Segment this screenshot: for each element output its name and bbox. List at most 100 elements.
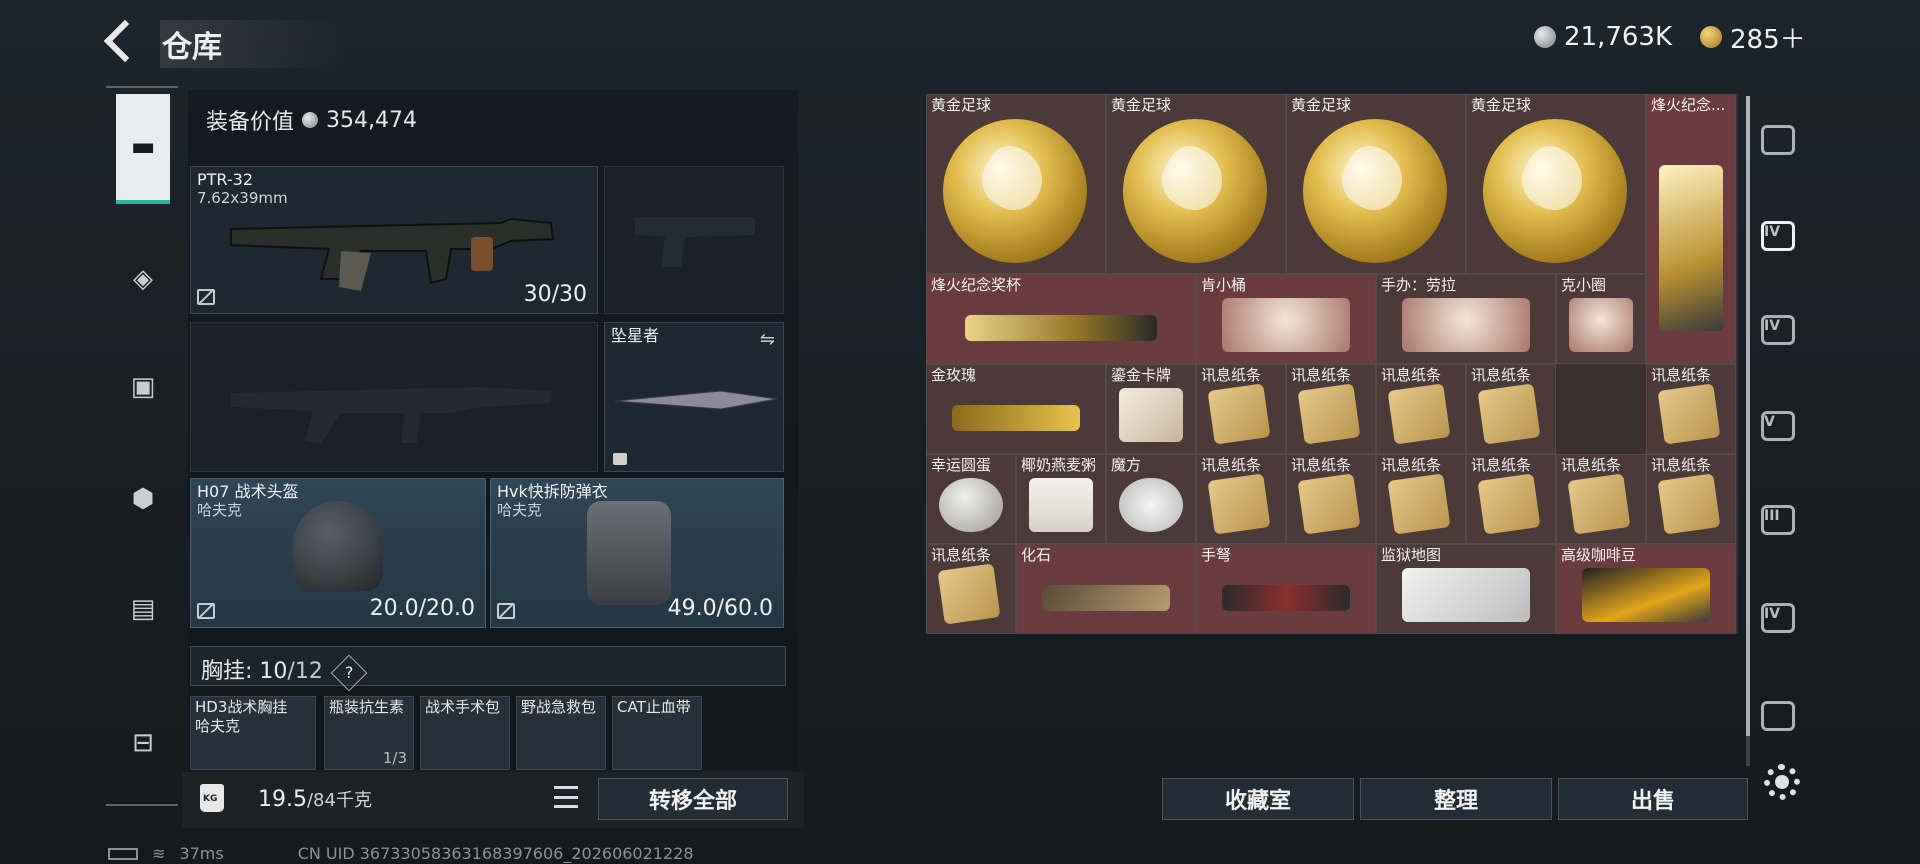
collection-room-button[interactable]: 收藏室 <box>1162 778 1354 820</box>
note-paper-image <box>1657 383 1721 445</box>
stash-item[interactable]: 幸运圆蛋 <box>926 454 1016 544</box>
stash-tab-extra[interactable] <box>1758 696 1798 736</box>
stash-item[interactable]: 讯息纸条 <box>1286 454 1376 544</box>
nav-toolbox[interactable]: ⊟ <box>116 716 170 770</box>
stash-item[interactable]: 化石 <box>1016 544 1196 634</box>
stash-item-label: 鎏金卡牌 <box>1111 366 1172 384</box>
back-arrow-icon[interactable] <box>106 20 140 60</box>
stash-item[interactable]: 椰奶燕麦粥 <box>1016 454 1106 544</box>
chest-rig-label: 胸挂: <box>201 659 253 684</box>
rifle-image <box>230 217 555 291</box>
stash-item[interactable]: 讯息纸条 <box>1646 364 1736 454</box>
status-bar: ≋ 37ms CN UID 3673305836316839​7606_2026… <box>108 844 694 863</box>
stash-item[interactable]: 烽火纪念... <box>1646 94 1736 364</box>
stash-item[interactable]: 讯息纸条 <box>1196 454 1286 544</box>
pocket-item[interactable]: HD3战术胸挂 哈夫克 <box>190 696 316 770</box>
stash-item[interactable]: 烽火纪念奖杯 <box>926 274 1196 364</box>
settings-gear-icon[interactable] <box>1764 764 1800 800</box>
pocket-item-label: 战术手术包 <box>425 698 501 716</box>
helmet-slot[interactable]: H07 战术头盔 哈夫克 20.0/20.0 <box>190 478 486 628</box>
pocket-item-label: 瓶装抗生素 <box>329 698 405 716</box>
helmet-brand: 哈夫克 <box>197 501 243 519</box>
stash-tab-v[interactable]: V <box>1758 406 1798 446</box>
stash-tab-iv-a[interactable]: IV <box>1758 216 1798 256</box>
rifle-silhouette-icon <box>231 387 551 443</box>
sell-button[interactable]: 出售 <box>1558 778 1748 820</box>
stash-tab-iv-c[interactable]: IV <box>1758 598 1798 638</box>
melee-slot[interactable]: 坠星者 ⇋ <box>604 322 784 472</box>
carry-weight-value: 19.5 <box>258 787 307 812</box>
stash-item[interactable]: 手弩 <box>1196 544 1376 634</box>
tier-label: IV <box>1764 606 1781 622</box>
pocket-item[interactable]: 野战急救包 <box>516 696 606 770</box>
stash-item[interactable]: 金玫瑰 <box>926 364 1106 454</box>
swap-icon[interactable]: ⇋ <box>760 329 775 350</box>
stash-item[interactable]: 讯息纸条 <box>1646 454 1736 544</box>
stash-item[interactable]: 魔方 <box>1106 454 1196 544</box>
gold-currency[interactable]: 285＋ <box>1700 20 1806 55</box>
gold-coin-icon <box>1700 26 1722 48</box>
crossbow-image <box>1221 584 1351 611</box>
silver-coin-icon <box>1534 26 1556 48</box>
no-insure-icon <box>497 603 515 619</box>
stash-item-label: 金玫瑰 <box>931 366 977 384</box>
stash-tab-iv-b[interactable]: IV <box>1758 310 1798 350</box>
armor-slot[interactable]: Hvk快拆防弹衣 哈夫克 49.0/60.0 <box>490 478 784 628</box>
stash-item[interactable]: 监狱地图 <box>1376 544 1556 634</box>
stash-item[interactable]: 黄金足球 <box>1286 94 1466 274</box>
pistol-silhouette-icon <box>635 217 755 267</box>
pocket-item[interactable]: 瓶装抗生素 1/3 <box>324 696 414 770</box>
nav-backpack[interactable]: ⬢ <box>116 472 170 526</box>
stash-item[interactable]: 讯息纸条 <box>1466 364 1556 454</box>
nav-weapons[interactable]: ▬ <box>116 94 170 204</box>
stash-item[interactable]: 鎏金卡牌 <box>1106 364 1196 454</box>
uid: CN UID 3673305836316839​7606_20260602122… <box>297 844 694 863</box>
secondary-weapon-slot[interactable] <box>190 322 598 472</box>
stash-item[interactable]: 讯息纸条 <box>1376 364 1466 454</box>
stash-item-label: 魔方 <box>1111 456 1142 474</box>
armor-durability: 49.0/60.0 <box>667 596 773 621</box>
stash-item[interactable]: 讯息纸条 <box>926 544 1016 634</box>
stash-scrollbar[interactable] <box>1746 96 1750 766</box>
stash-item[interactable]: 黄金足球 <box>1106 94 1286 274</box>
sidearm-slot[interactable] <box>604 166 784 314</box>
figure-image <box>1221 297 1351 353</box>
stash-item[interactable]: 黄金足球 <box>1466 94 1646 274</box>
stash-tab-iii[interactable]: III <box>1758 500 1798 540</box>
stash-item[interactable]: 肯小桶 <box>1196 274 1376 364</box>
transfer-all-button[interactable]: 转移全部 <box>598 778 788 820</box>
stash-item[interactable]: 黄金足球 <box>926 94 1106 274</box>
carry-weight-cap: /84千克 <box>306 790 372 811</box>
stash-item[interactable]: 讯息纸条 <box>1196 364 1286 454</box>
golden-ball-image <box>1123 119 1267 263</box>
pocket-item[interactable]: 战术手术包 <box>420 696 510 770</box>
stash-tab-all[interactable] <box>1758 120 1798 160</box>
stash-item[interactable]: 手办：劳拉 <box>1376 274 1556 364</box>
pocket-item-label: 野战急救包 <box>521 698 597 716</box>
stash-item-label: 讯息纸条 <box>1201 456 1262 474</box>
map-image <box>1401 567 1531 623</box>
equipment-value-label: 装备价值 <box>206 110 295 135</box>
pocket-item[interactable]: CAT止血带 <box>612 696 702 770</box>
sort-button[interactable]: 整理 <box>1360 778 1552 820</box>
nav-rig[interactable]: ▣ <box>116 360 170 414</box>
list-icon[interactable] <box>554 786 578 808</box>
primary-weapon-slot[interactable]: PTR-32 7.62x39mm 30/30 <box>190 166 598 314</box>
silver-amount: 21,763K <box>1564 22 1673 52</box>
stash-item[interactable]: 讯息纸条 <box>1556 454 1646 544</box>
nav-containers[interactable]: ▤ <box>116 582 170 636</box>
stash-item[interactable]: 讯息纸条 <box>1376 454 1466 544</box>
help-icon[interactable]: ? <box>330 654 368 692</box>
stash-item-label: 讯息纸条 <box>1561 456 1622 474</box>
note-paper-image <box>1567 473 1631 535</box>
stash-item[interactable]: 讯息纸条 <box>1286 364 1376 454</box>
nav-armor[interactable]: ◈ <box>116 252 170 306</box>
armor-image <box>587 501 671 605</box>
golden-ball-image <box>1303 119 1447 263</box>
stash-item[interactable]: 讯息纸条 <box>1466 454 1556 544</box>
stash-item-label: 黄金足球 <box>1471 96 1532 114</box>
category-sidebar: ▬ ◈ ▣ ⬢ ▤ ⊟ <box>106 86 178 808</box>
stash-item[interactable]: 克小圈 <box>1556 274 1646 364</box>
pistol-icon: ▬ <box>130 132 156 162</box>
stash-item[interactable]: 高级咖啡豆 <box>1556 544 1736 634</box>
